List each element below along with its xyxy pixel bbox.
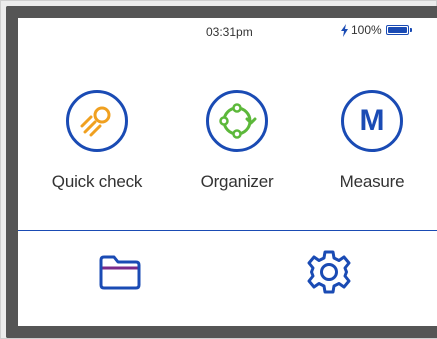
quick-check-circle: [66, 90, 128, 152]
m-letter-icon: M: [359, 104, 385, 137]
device-frame: 03:31pm 100% Quick check Organizer M Mea…: [0, 0, 437, 339]
organizer-label: Organizer: [200, 172, 274, 191]
battery-tip: [409, 28, 412, 32]
lightning-bolt-icon: [341, 23, 348, 37]
screen-bezel: 03:31pm 100% Quick check Organizer M Mea…: [6, 6, 437, 338]
measure-label: Measure: [339, 172, 405, 191]
settings-button[interactable]: [306, 248, 352, 296]
cycle-arrows-icon: [219, 103, 257, 139]
quick-check-label: Quick check: [51, 172, 143, 191]
gear-icon: [307, 250, 351, 294]
folder-button[interactable]: [97, 252, 143, 292]
home-screen: 03:31pm 100% Quick check Organizer M Mea…: [18, 18, 437, 326]
battery-icon: [385, 25, 412, 35]
battery-percent: 100%: [351, 23, 382, 37]
status-bar: 03:31pm 100%: [18, 18, 437, 40]
organizer-button[interactable]: Organizer: [172, 90, 302, 192]
quick-check-button[interactable]: Quick check: [32, 90, 162, 192]
battery-level-fill: [387, 27, 407, 33]
measure-circle: M: [341, 90, 403, 152]
measure-button[interactable]: M Measure: [307, 90, 437, 192]
divider: [18, 230, 437, 231]
meteor-icon: [80, 106, 111, 137]
organizer-circle: [206, 90, 268, 152]
folder-icon: [99, 255, 141, 290]
clock: 03:31pm: [206, 25, 253, 39]
battery-status: 100%: [340, 23, 412, 37]
